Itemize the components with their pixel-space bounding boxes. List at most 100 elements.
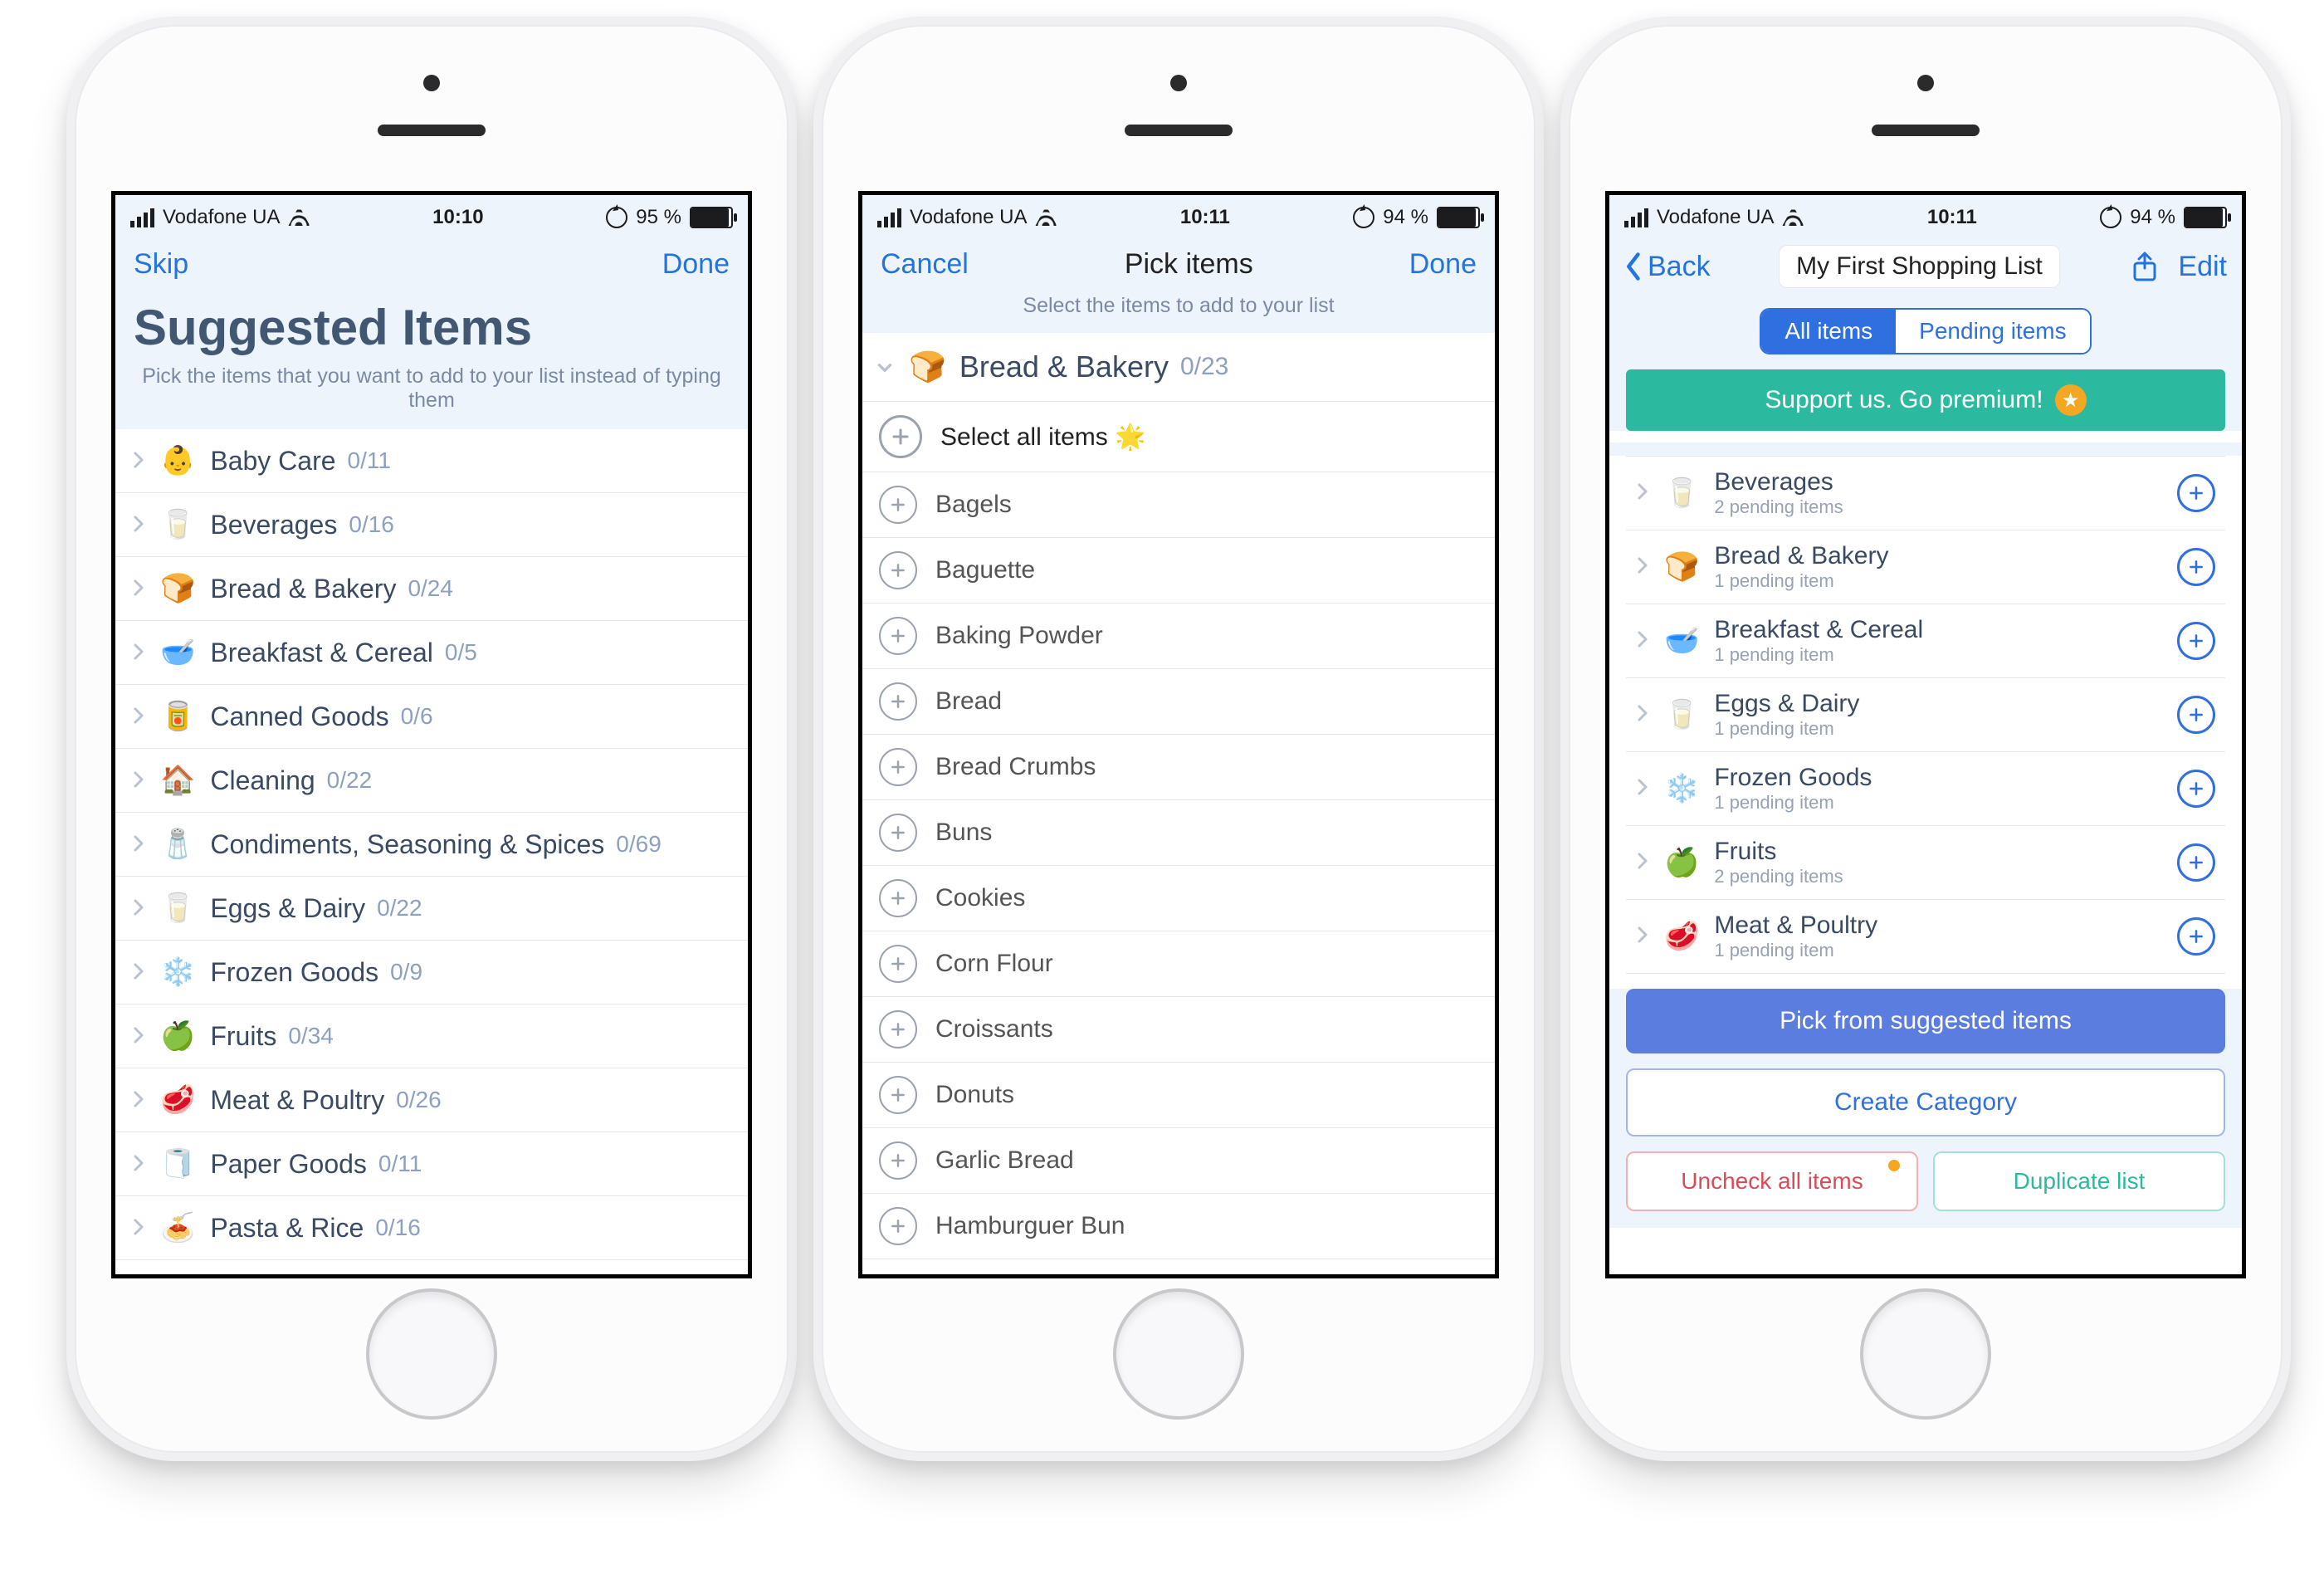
create-category-button[interactable]: Create Category [1626, 1068, 2225, 1136]
home-button[interactable] [366, 1288, 497, 1420]
pick-suggested-button[interactable]: Pick from suggested items [1626, 989, 2225, 1053]
battery-icon [1437, 207, 1480, 228]
signal-icon [1624, 208, 1648, 227]
shopping-category-list[interactable]: 🥛Beverages2 pending items🍞Bread & Bakery… [1626, 456, 2225, 974]
category-row[interactable]: 🍝Pasta & Rice0/16 [115, 1196, 748, 1260]
item-row[interactable]: Bread [862, 669, 1495, 735]
chevron-right-icon [1636, 777, 1653, 801]
list-title-field[interactable]: My First Shopping List [1779, 245, 2060, 288]
item-row[interactable]: Buns [862, 800, 1495, 866]
category-row[interactable]: 🥩Meat & Poultry0/26 [115, 1068, 748, 1132]
add-item-button[interactable] [2177, 548, 2215, 586]
nav-bar: Back My First Shopping List Edit [1609, 240, 2242, 296]
category-row[interactable]: 🥛Eggs & Dairy0/22 [115, 877, 748, 941]
category-name: Pasta & Rice [210, 1213, 364, 1244]
category-name: Bread & Bakery [210, 574, 396, 604]
category-count: 0/9 [390, 959, 422, 985]
pending-count: 2 pending items [1714, 496, 2177, 518]
category-emoji: 🍞 [160, 572, 195, 605]
add-item-button[interactable] [2177, 696, 2215, 734]
category-row[interactable]: 🥫Canned Goods0/6 [115, 685, 748, 749]
category-row[interactable]: 🧂Condiments, Seasoning & Spices0/69 [115, 813, 748, 877]
done-button[interactable]: Done [662, 248, 730, 281]
category-count: 0/5 [445, 639, 477, 666]
speaker-slot [1872, 125, 1980, 136]
item-row[interactable]: Bread Crumbs [862, 735, 1495, 800]
item-list[interactable]: BagelsBaguetteBaking PowderBreadBread Cr… [862, 472, 1495, 1259]
add-item-button[interactable] [2177, 917, 2215, 956]
item-label: Cookies [935, 884, 1025, 912]
category-row[interactable]: 🥣Breakfast & Cereal0/5 [115, 621, 748, 685]
item-row[interactable]: Baking Powder [862, 604, 1495, 669]
tab-all-items[interactable]: All items [1761, 310, 1896, 353]
shopping-category-row[interactable]: 🥩Meat & Poultry1 pending item [1626, 900, 2225, 974]
category-count: 0/16 [349, 511, 394, 538]
add-item-button[interactable] [2177, 474, 2215, 512]
pending-count: 1 pending item [1714, 792, 2177, 814]
category-emoji: 🥛 [1664, 698, 1699, 731]
item-row[interactable]: Cookies [862, 866, 1495, 931]
done-button[interactable]: Done [1409, 248, 1477, 281]
category-emoji: 🧂 [160, 828, 195, 861]
cancel-button[interactable]: Cancel [881, 248, 969, 281]
item-label: Croissants [935, 1015, 1053, 1044]
category-row[interactable]: ❄️Frozen Goods0/9 [115, 941, 748, 1004]
category-row[interactable]: 🍞Bread & Bakery0/24 [115, 557, 748, 621]
status-time: 10:11 [1180, 206, 1230, 229]
add-item-button[interactable] [2177, 622, 2215, 660]
shopping-category-row[interactable]: 🥛Eggs & Dairy1 pending item [1626, 678, 2225, 752]
category-row[interactable]: 🥛 Beverages 0/16 [115, 493, 748, 557]
category-name: Eggs & Dairy [210, 893, 365, 924]
item-label: Donuts [935, 1081, 1014, 1109]
duplicate-list-button[interactable]: Duplicate list [1933, 1151, 2225, 1211]
premium-banner[interactable]: Support us. Go premium! ★ [1626, 369, 2225, 431]
add-item-button[interactable] [2177, 770, 2215, 808]
item-row[interactable]: Garlic Bread [862, 1128, 1495, 1194]
page-title: Suggested Items [115, 294, 748, 359]
home-button[interactable] [1113, 1288, 1244, 1420]
phone-frame: Vodafone UA 10:10 95 % Skip Done Suggest… [66, 17, 797, 1461]
tab-pending-items[interactable]: Pending items [1896, 310, 2089, 353]
shopping-category-row[interactable]: 🥛Beverages2 pending items [1626, 457, 2225, 530]
add-item-button[interactable] [2177, 843, 2215, 882]
item-row[interactable]: Croissants [862, 997, 1495, 1063]
pending-count: 2 pending items [1714, 866, 2177, 887]
category-row[interactable]: 👶Baby Care0/11 [115, 429, 748, 493]
expanded-category-row[interactable]: 🍞 Bread & Bakery 0/23 [862, 333, 1495, 402]
share-button[interactable] [2128, 250, 2161, 283]
plus-icon [879, 551, 917, 589]
select-all-row[interactable]: Select all items 🌟 [862, 402, 1495, 472]
wifi-icon [288, 209, 310, 226]
plus-icon [879, 945, 917, 983]
pending-count: 1 pending item [1714, 644, 2177, 666]
shopping-category-row[interactable]: 🍞Bread & Bakery1 pending item [1626, 530, 2225, 604]
item-row[interactable]: Corn Flour [862, 931, 1495, 997]
category-emoji: 🍏 [1664, 846, 1699, 879]
category-name: Beverages [210, 510, 337, 540]
item-row[interactable]: Bagels [862, 472, 1495, 538]
battery-icon [690, 207, 733, 228]
category-row[interactable]: 🏠Cleaning0/22 [115, 749, 748, 813]
item-row[interactable]: Donuts [862, 1063, 1495, 1128]
item-row[interactable]: Baguette [862, 538, 1495, 604]
carrier-label: Vodafone UA [1657, 206, 1774, 229]
chevron-right-icon [132, 446, 149, 477]
category-name: Eggs & Dairy [1714, 690, 2177, 718]
skip-button[interactable]: Skip [134, 248, 188, 281]
back-button[interactable]: Back [1624, 251, 1711, 283]
item-row[interactable]: Hamburguer Bun [862, 1194, 1495, 1259]
shopping-category-row[interactable]: 🍏Fruits2 pending items [1626, 826, 2225, 900]
edit-button[interactable]: Edit [2178, 251, 2227, 283]
shopping-category-row[interactable]: 🥣Breakfast & Cereal1 pending item [1626, 604, 2225, 678]
category-row[interactable]: 🍏Fruits0/34 [115, 1004, 748, 1068]
category-name: Cleaning [210, 765, 315, 796]
category-emoji: 🥫 [160, 700, 195, 733]
battery-percent: 94 % [1383, 206, 1428, 229]
category-emoji: 🥛 [160, 508, 195, 541]
wifi-icon [1035, 209, 1057, 226]
home-button[interactable] [1860, 1288, 1991, 1420]
uncheck-all-button[interactable]: Uncheck all items [1626, 1151, 1918, 1211]
shopping-category-row[interactable]: ❄️Frozen Goods1 pending item [1626, 752, 2225, 826]
category-row[interactable]: 🧻Paper Goods0/11 [115, 1132, 748, 1196]
category-list[interactable]: 👶Baby Care0/11 🥛 Beverages 0/16 🍞 Bread & Bak… [115, 429, 748, 1260]
